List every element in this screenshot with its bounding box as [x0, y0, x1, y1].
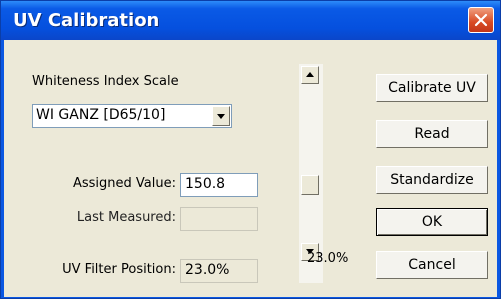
- close-icon: [474, 13, 488, 27]
- ok-button[interactable]: OK: [376, 208, 488, 236]
- whiteness-index-value: WI GANZ [D65/10]: [36, 107, 166, 123]
- uv-filter-position-field: 23.0%: [180, 259, 258, 283]
- uv-calibration-dialog: UV Calibration Whiteness Index Scale WI …: [0, 0, 501, 299]
- chevron-up-icon: [306, 72, 314, 77]
- slider-thumb[interactable]: [301, 175, 319, 195]
- dialog-client-area: Whiteness Index Scale WI GANZ [D65/10] A…: [4, 40, 497, 297]
- chevron-down-icon: [217, 114, 225, 119]
- standardize-button[interactable]: Standardize: [376, 166, 488, 194]
- cancel-button[interactable]: Cancel: [376, 251, 488, 279]
- whiteness-index-label: Whiteness Index Scale: [32, 74, 179, 89]
- last-measured-field: [180, 207, 258, 231]
- calibrate-uv-button[interactable]: Calibrate UV: [376, 74, 488, 102]
- last-measured-label: Last Measured:: [76, 210, 176, 225]
- uv-filter-position-label: UV Filter Position:: [62, 262, 176, 277]
- slider-up-button[interactable]: [301, 66, 319, 84]
- assigned-value-input[interactable]: 150.8: [180, 173, 258, 197]
- assigned-value-label: Assigned Value:: [72, 176, 176, 191]
- title-bar[interactable]: UV Calibration: [1, 1, 500, 40]
- dialog-title: UV Calibration: [13, 10, 160, 31]
- slider-value-label: 23.0%: [307, 251, 349, 266]
- close-button[interactable]: [468, 7, 494, 33]
- read-button[interactable]: Read: [376, 120, 488, 148]
- whiteness-index-select[interactable]: WI GANZ [D65/10]: [32, 104, 232, 128]
- dropdown-button[interactable]: [212, 106, 230, 126]
